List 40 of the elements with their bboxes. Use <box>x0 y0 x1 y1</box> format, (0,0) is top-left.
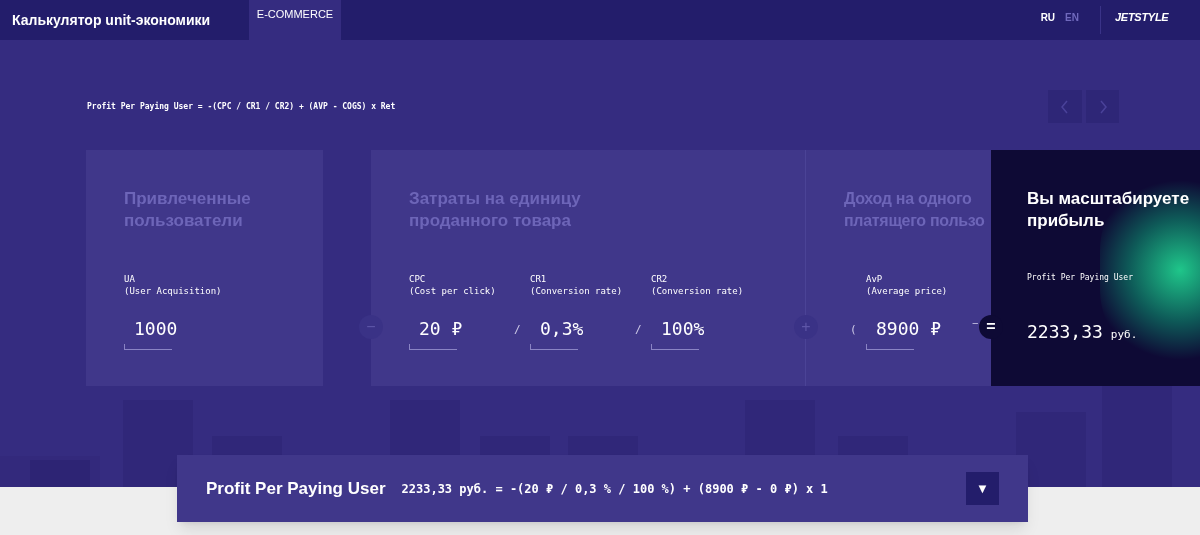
result-label: Profit Per Paying User <box>1027 272 1134 284</box>
summary-expression: 2233,33 руб. = -(20 ₽ / 0,3 % / 100 %) + (8900 ₽ - 0 ₽) x 1 <box>401 480 829 498</box>
field-hint: (Conversion rate) <box>651 285 745 297</box>
input-field[interactable]: 20 ₽ <box>409 315 463 350</box>
summary-title: Profit Per Paying User <box>206 477 386 500</box>
chevron-right-icon <box>1097 99 1108 114</box>
operator-sign: / <box>635 322 642 338</box>
field-label: CR2 <box>651 273 669 285</box>
operator-sign: / <box>514 322 521 338</box>
field-hint: (User Acquisition) <box>124 285 223 297</box>
tab[interactable]: E-COMMERCE <box>249 0 341 40</box>
input-field[interactable]: 100% <box>651 315 705 350</box>
dropdown-toggle[interactable]: ▼ <box>966 472 999 505</box>
brand-logo[interactable]: JETSTYLE <box>1115 0 1200 40</box>
input-field[interactable]: 0,3% <box>530 315 584 350</box>
field-value[interactable]: 0,3% <box>540 318 584 339</box>
field-label: AvP <box>866 273 884 285</box>
result-value: 2233,33 <box>1027 320 1103 344</box>
field-value[interactable]: 1000 <box>134 318 178 339</box>
previous-button[interactable] <box>1048 90 1082 123</box>
operator-sign: − <box>972 316 979 331</box>
operator-sign: ( <box>850 322 857 338</box>
field-value[interactable]: 8900 ₽ <box>876 318 942 339</box>
formula-text: Profit Per Paying User = -(CPC / CR1 / CR2) + (AVP - COGS) x Ret <box>87 101 397 113</box>
next-button[interactable] <box>1086 90 1119 123</box>
field-hint: (Conversion rate) <box>530 285 624 297</box>
result-title: Вы масштабируете прибыль <box>1027 188 1191 232</box>
language-link[interactable]: RU <box>1037 0 1059 40</box>
input-field[interactable]: 8900 ₽ <box>866 315 942 350</box>
field-hint: (Cost per click) <box>409 285 497 297</box>
field-label: UA <box>124 273 136 285</box>
input-field[interactable]: 1000 <box>124 315 178 350</box>
result-unit: руб. <box>1110 327 1138 343</box>
chevron-left-icon <box>1060 99 1070 114</box>
field-label: CR1 <box>530 273 548 285</box>
field-value[interactable]: 20 ₽ <box>419 318 463 339</box>
app-title: Калькулятор unit-экономики <box>11 10 212 30</box>
field-value[interactable]: 100% <box>661 318 705 339</box>
field-label: CPC <box>409 273 427 285</box>
field-hint: (Average price) <box>866 285 949 297</box>
